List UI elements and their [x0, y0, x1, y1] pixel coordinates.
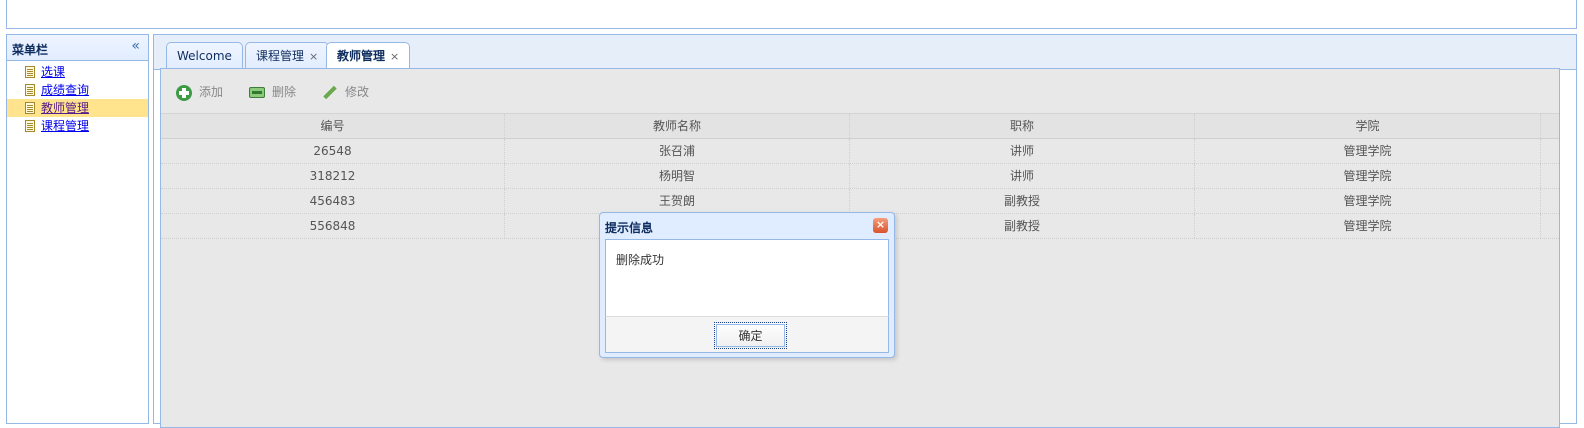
tab-course-management[interactable]: 课程管理 × — [245, 42, 330, 70]
table-header: 编号 教师名称 职称 学院 — [161, 114, 1559, 139]
table-cell: 556848 — [161, 214, 505, 238]
menu-item-teacher-management[interactable]: 教师管理 — [7, 99, 148, 117]
table-row[interactable]: 318212 杨明智 讲师 管理学院 — [161, 164, 1559, 189]
column-header[interactable]: 教师名称 — [505, 114, 850, 138]
document-icon — [25, 84, 35, 96]
top-banner — [6, 0, 1577, 29]
table-cell: 王贺朗 — [505, 189, 850, 213]
column-spacer — [1541, 114, 1559, 138]
table-row[interactable]: 456483 王贺朗 副教授 管理学院 — [161, 189, 1559, 214]
ok-button[interactable]: 确定 — [714, 322, 787, 349]
menu-header: 菜单栏 « — [7, 35, 148, 61]
menu-item-select-course[interactable]: 选课 — [7, 63, 148, 81]
document-icon — [25, 66, 35, 78]
delete-button[interactable]: 删除 — [249, 82, 296, 102]
table-cell: 管理学院 — [1195, 139, 1541, 163]
document-icon — [25, 120, 35, 132]
menu-item-course-management[interactable]: 课程管理 — [7, 117, 148, 135]
tab-label: Welcome — [177, 49, 232, 63]
table-cell: 讲师 — [850, 164, 1195, 188]
column-header[interactable]: 学院 — [1195, 114, 1541, 138]
tab-label: 教师管理 — [337, 49, 386, 63]
table-cell: 副教授 — [850, 189, 1195, 213]
table-row[interactable]: 26548 张召浦 讲师 管理学院 — [161, 139, 1559, 164]
dialog-title: 提示信息 — [605, 221, 654, 235]
document-icon — [25, 102, 35, 114]
tab-welcome[interactable]: Welcome — [166, 42, 243, 70]
message-dialog: 提示信息 × 删除成功 确定 — [599, 212, 895, 358]
table-cell: 管理学院 — [1195, 164, 1541, 188]
collapse-icon[interactable]: « — [131, 38, 140, 54]
table-cell: 26548 — [161, 139, 505, 163]
add-button[interactable]: 添加 — [176, 82, 223, 102]
pencil-icon — [322, 85, 338, 101]
delete-label: 删除 — [272, 85, 297, 99]
table-cell: 讲师 — [850, 139, 1195, 163]
table-cell: 管理学院 — [1195, 189, 1541, 213]
menu-item-label[interactable]: 成绩查询 — [41, 83, 89, 97]
table-cell: 杨明智 — [505, 164, 850, 188]
dialog-message: 删除成功 — [616, 253, 665, 267]
edit-label: 修改 — [345, 85, 370, 99]
dialog-footer: 确定 — [605, 316, 889, 353]
add-label: 添加 — [199, 85, 224, 99]
table-cell: 管理学院 — [1195, 214, 1541, 238]
menu-item-grade-query[interactable]: 成绩查询 — [7, 81, 148, 99]
delete-icon — [249, 87, 265, 98]
tab-label: 课程管理 — [256, 49, 305, 63]
column-header[interactable]: 编号 — [161, 114, 505, 138]
toolbar: 添加 删除 修改 — [161, 69, 1559, 114]
table-cell: 318212 — [161, 164, 505, 188]
tab-teacher-management[interactable]: 教师管理 × — [326, 42, 411, 71]
table-cell: 456483 — [161, 189, 505, 213]
table-cell: 张召浦 — [505, 139, 850, 163]
close-icon[interactable]: × — [873, 218, 888, 233]
close-icon[interactable]: × — [390, 50, 399, 63]
close-icon[interactable]: × — [309, 50, 318, 63]
table-cell: 副教授 — [850, 214, 1195, 238]
menu-tree: 选课 成绩查询 教师管理 课程管理 — [7, 61, 148, 135]
menu-item-label[interactable]: 教师管理 — [41, 101, 89, 115]
column-header[interactable]: 职称 — [850, 114, 1195, 138]
menu-item-label[interactable]: 课程管理 — [41, 119, 89, 133]
menu-panel: 菜单栏 « 选课 成绩查询 教师管理 课程管理 — [6, 34, 149, 424]
add-icon — [176, 84, 192, 101]
edit-button[interactable]: 修改 — [322, 82, 369, 102]
menu-item-label[interactable]: 选课 — [41, 65, 65, 79]
tab-strip: Welcome 课程管理 × 教师管理 × — [154, 35, 1576, 71]
dialog-body: 删除成功 — [605, 239, 889, 316]
dialog-header[interactable]: 提示信息 × — [600, 213, 894, 239]
menu-title: 菜单栏 — [12, 43, 49, 57]
